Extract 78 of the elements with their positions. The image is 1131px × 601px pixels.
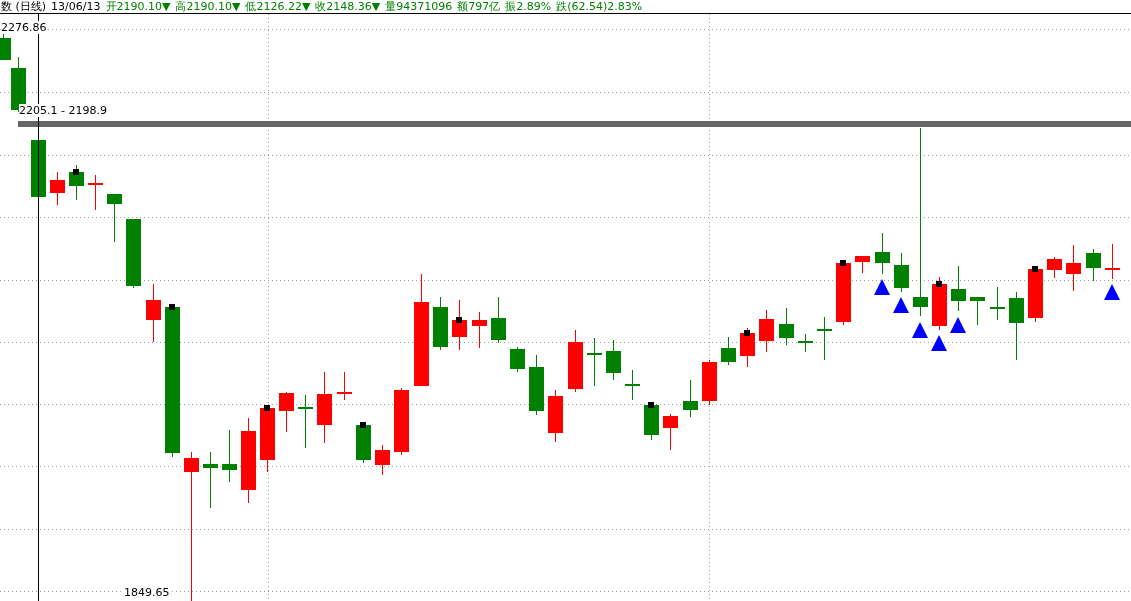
candlestick [951, 265, 966, 312]
candlestick [69, 164, 84, 201]
quote-field: 低2126.22▼ [245, 0, 311, 13]
candlestick [510, 346, 525, 373]
price-range-label: 2205.1 - 2198.9 [19, 104, 107, 117]
candlestick [337, 371, 352, 401]
candlestick [625, 369, 640, 401]
candlestick [298, 394, 313, 449]
candlestick [932, 276, 947, 331]
price-label: 2276.86 [1, 21, 47, 34]
candlestick [452, 299, 467, 351]
square-marker [1032, 266, 1038, 272]
candlestick [798, 333, 813, 353]
candlestick [472, 311, 487, 349]
quote-field: 高2190.10▼ [175, 0, 241, 13]
quote-field: 收2148.36▼ [315, 0, 381, 13]
candlestick [1105, 243, 1120, 280]
candlestick [702, 359, 717, 406]
candlestick [663, 413, 678, 451]
candlestick [1066, 244, 1081, 292]
candlestick [836, 260, 851, 326]
candlestick [606, 339, 621, 381]
candlestick [855, 255, 870, 274]
square-marker [840, 260, 846, 266]
candlestick [644, 404, 659, 441]
candlestick [740, 327, 755, 368]
square-marker [648, 402, 654, 408]
quote-field: 振2.89% [505, 0, 552, 13]
candlestick [779, 307, 794, 346]
candlestick [970, 296, 985, 326]
square-marker [744, 330, 750, 336]
triangle-marker [931, 335, 947, 351]
square-marker [936, 281, 942, 287]
candlestick [491, 296, 506, 344]
candlestick [1009, 291, 1024, 361]
candlestick [50, 171, 65, 206]
price-label: 1849.65 [124, 586, 170, 599]
quote-field: 跌(62.54)2.83% [556, 0, 643, 13]
square-marker [169, 304, 175, 310]
candlestick [394, 387, 409, 456]
triangle-marker [1104, 284, 1120, 300]
candlestick [31, 139, 46, 198]
triangle-marker [893, 297, 909, 313]
candlestick [433, 296, 448, 351]
quote-field: 额797亿 [457, 0, 501, 13]
candlestick [375, 444, 390, 476]
candlestick [817, 316, 832, 361]
candlestick [1086, 248, 1101, 282]
candlestick [126, 218, 141, 289]
triangle-marker [874, 279, 890, 295]
candlestick [146, 283, 161, 343]
candlestick [875, 232, 890, 275]
candlestick [88, 174, 103, 211]
candlestick [721, 336, 736, 366]
chart-title: 数 (日线) [1, 0, 47, 13]
candlestick [529, 354, 544, 416]
candlestick [279, 391, 294, 433]
triangle-marker [912, 322, 928, 338]
date-label: 13/06/13 [51, 0, 101, 13]
candlestick [683, 379, 698, 418]
candlestick [222, 429, 237, 483]
square-marker [73, 169, 79, 175]
candlestick [356, 423, 371, 464]
candlestick [203, 451, 218, 509]
candlestick [1047, 256, 1062, 279]
candlestick [568, 329, 583, 393]
candlestick [548, 389, 563, 443]
candlestick [990, 286, 1005, 321]
candlestick [759, 309, 774, 353]
triangle-marker [950, 317, 966, 333]
candlestick [587, 337, 602, 387]
quote-field: 量94371096 [385, 0, 453, 13]
square-marker [264, 405, 270, 411]
candlestick [107, 193, 122, 243]
quote-field: 开2190.10▼ [105, 0, 171, 13]
square-marker [456, 317, 462, 323]
square-marker [360, 422, 366, 428]
candlestick [894, 252, 909, 293]
